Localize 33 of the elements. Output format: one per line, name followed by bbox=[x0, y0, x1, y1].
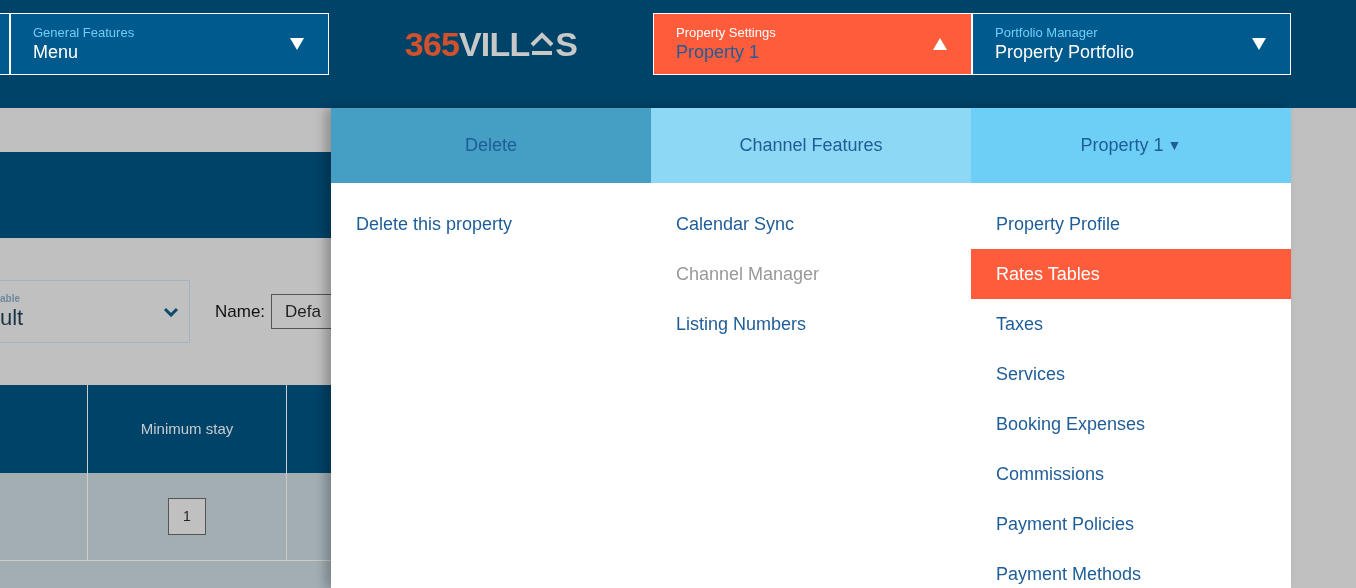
nav-dropdown-edge[interactable] bbox=[0, 13, 10, 75]
menu-item[interactable]: Payment Policies bbox=[971, 499, 1291, 549]
menu-item[interactable]: Property Profile bbox=[971, 199, 1291, 249]
menu-item[interactable]: Taxes bbox=[971, 299, 1291, 349]
menu-column-title: Channel Features bbox=[739, 134, 883, 157]
menu-item[interactable]: Services bbox=[971, 349, 1291, 399]
logo: 365VILL S bbox=[403, 23, 579, 65]
nav-dropdown-value: Menu bbox=[33, 40, 80, 64]
menu-item[interactable]: Calendar Sync bbox=[651, 199, 971, 249]
nav-dropdown-value: Property Portfolio bbox=[995, 40, 1135, 64]
nav-dropdown-value: Property 1 bbox=[676, 40, 761, 64]
menu-item[interactable]: Payment Methods bbox=[971, 549, 1291, 588]
chevron-down-icon bbox=[163, 306, 179, 317]
caret-down-icon bbox=[290, 38, 304, 50]
caret-down-icon bbox=[1252, 38, 1266, 50]
caret-up-icon bbox=[933, 38, 947, 50]
nav-dropdown[interactable]: Portfolio Manager Property Portfolio bbox=[972, 13, 1291, 75]
menu-item[interactable]: Booking Expenses bbox=[971, 399, 1291, 449]
menu-item[interactable]: Commissions bbox=[971, 449, 1291, 499]
number-input[interactable]: 1 bbox=[168, 498, 206, 535]
select-label: able bbox=[0, 294, 21, 304]
select-value: ult bbox=[0, 307, 24, 329]
caret-text: ▼ bbox=[1167, 136, 1182, 155]
menu-column-title: Delete bbox=[465, 134, 517, 157]
menu-column-title: Property 1 bbox=[1080, 134, 1164, 157]
nav-dropdown-label: General Features bbox=[33, 24, 135, 41]
nav-dropdown-label: Property Settings bbox=[676, 24, 776, 41]
menu-item[interactable]: Delete this property bbox=[331, 199, 651, 249]
nav-dropdown[interactable]: General Features Menu bbox=[10, 13, 329, 75]
name-label: Name: bbox=[215, 300, 266, 323]
nav-dropdown-label: Portfolio Manager bbox=[995, 24, 1099, 41]
select-field[interactable]: able ult bbox=[0, 280, 190, 343]
menu-item[interactable]: Listing Numbers bbox=[651, 299, 971, 349]
